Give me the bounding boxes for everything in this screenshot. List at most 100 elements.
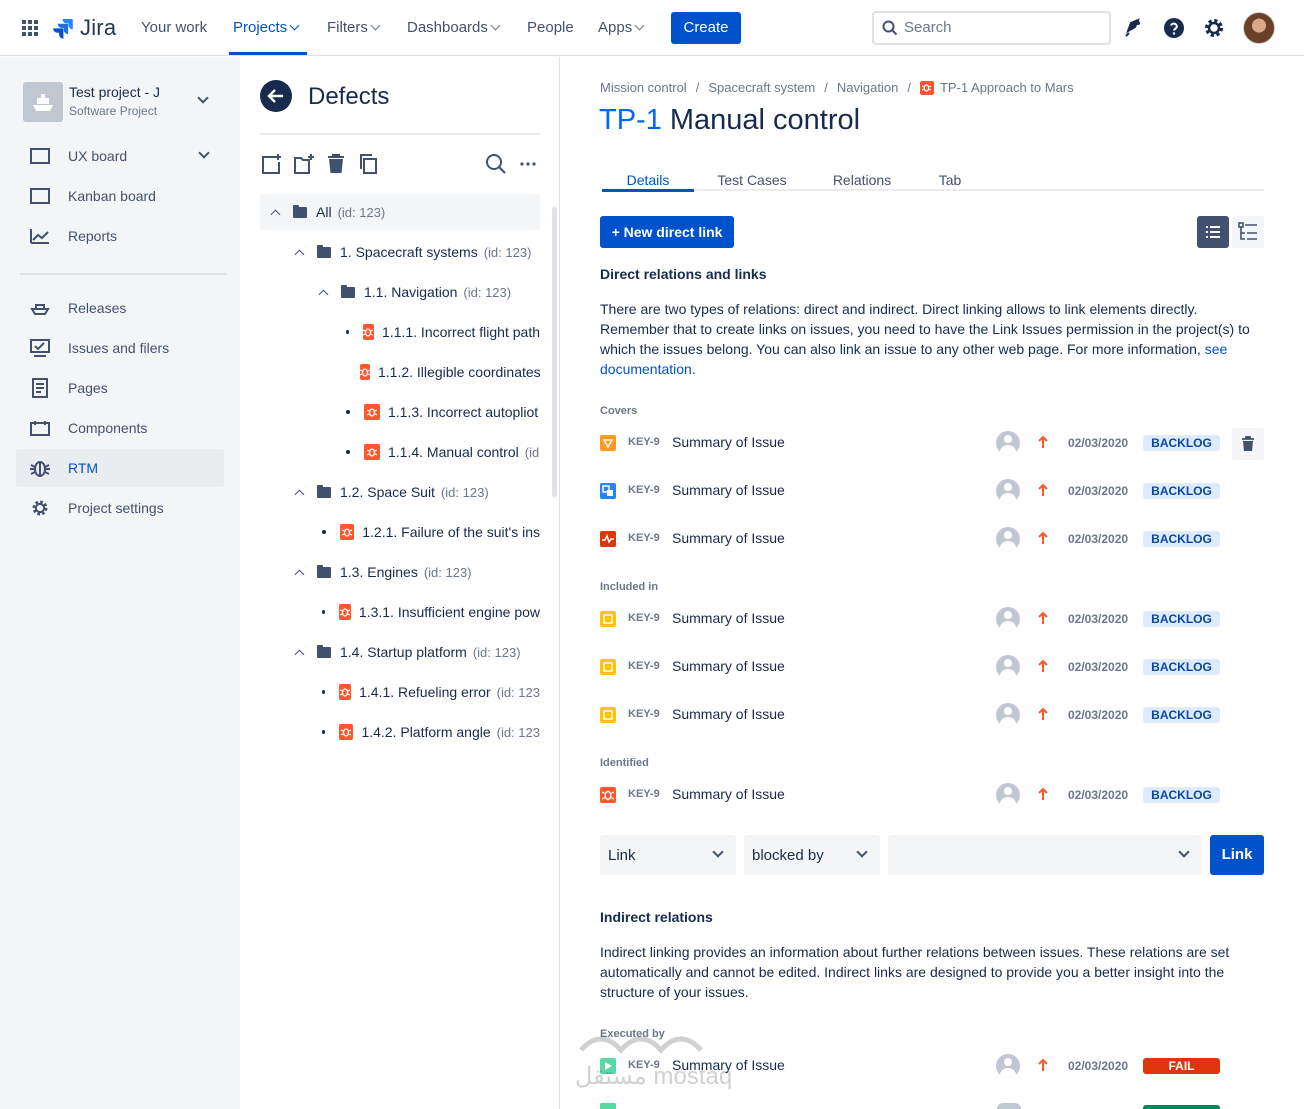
sidebar-item-components[interactable]: Components — [16, 409, 224, 447]
tree-scrollbar[interactable] — [552, 207, 557, 497]
issue-key[interactable]: KEY-9 — [628, 612, 660, 624]
nav-your-work[interactable]: Your work — [141, 18, 207, 38]
relation-row[interactable]: KEY-9 Summary of Issue 02/03/2020 BACKLO… — [600, 428, 1265, 460]
nav-apps[interactable]: Apps — [598, 18, 645, 38]
user-avatar[interactable] — [1243, 12, 1275, 44]
back-button[interactable] — [260, 80, 292, 112]
issue-key[interactable]: KEY-9 — [628, 788, 660, 800]
issue-date: 02/03/2020 — [1068, 660, 1129, 674]
tree-label: 1.2.1. Failure of the suit's ins — [362, 524, 540, 540]
collapse-icon[interactable] — [294, 569, 305, 579]
issue-summary[interactable]: Summary of Issue — [672, 434, 785, 450]
issue-summary[interactable]: Summary of Issue — [672, 482, 785, 498]
sidebar-item-pages[interactable]: Pages — [16, 369, 224, 407]
search-icon[interactable] — [485, 153, 507, 175]
tree-row[interactable]: 1.1.2. Illegible coordinates — [260, 354, 540, 390]
collapse-icon[interactable] — [294, 649, 305, 659]
delete-link-button[interactable] — [1232, 428, 1264, 460]
issue-summary[interactable]: Summary of Issue — [672, 610, 785, 626]
issue-summary[interactable]: Summary of Issue — [672, 706, 785, 722]
issue-date: 02/03/2020 — [1068, 484, 1129, 498]
relation-row[interactable]: KEY-9 Summary of Issue 02/03/2020 BACKLO… — [600, 653, 1265, 681]
collapse-icon[interactable] — [318, 289, 329, 299]
more-icon[interactable] — [517, 153, 539, 175]
sidebar-item-project-settings[interactable]: Project settings — [16, 489, 224, 527]
collapse-icon[interactable] — [294, 489, 305, 499]
notifications-icon[interactable] — [1122, 16, 1146, 40]
help-icon[interactable] — [1162, 16, 1186, 40]
issue-key[interactable]: KEY-9 — [628, 708, 660, 720]
chevron-down-icon[interactable] — [198, 147, 210, 159]
issue-key[interactable]: KEY-9 — [628, 660, 660, 672]
tab-relations[interactable]: Relations — [822, 172, 902, 188]
tree-row[interactable]: 1. Spacecraft systems (id: 123) — [260, 234, 540, 270]
nav-dashboards[interactable]: Dashboards — [407, 18, 501, 38]
sidebar-item-reports[interactable]: Reports — [16, 217, 224, 255]
breadcrumb-item[interactable]: Spacecraft system — [708, 80, 815, 95]
tree-row[interactable]: 1.1. Navigation (id: 123) — [260, 274, 540, 310]
tab-details[interactable]: Details — [602, 172, 694, 188]
sidebar-item-issues[interactable]: Issues and filers — [16, 329, 224, 367]
copy-icon[interactable] — [357, 153, 379, 175]
relation-row[interactable]: KEY-9 Summary of Issue 02/03/2020 BACKLO… — [600, 525, 1265, 553]
tree-view-button[interactable] — [1232, 216, 1264, 248]
collapse-icon[interactable] — [294, 249, 305, 259]
bug-icon — [28, 456, 52, 480]
relation-type-select[interactable]: blocked by — [744, 835, 880, 875]
tab-test-cases[interactable]: Test Cases — [712, 172, 792, 188]
issue-key[interactable]: KEY-9 — [628, 532, 660, 544]
chevron-down-icon[interactable] — [197, 92, 209, 104]
select-value: Link — [608, 847, 636, 864]
new-direct-link-button[interactable]: + New direct link — [600, 216, 734, 248]
relation-row[interactable]: KEY-9 Summary of Issue 02/03/2020 BACKLO… — [600, 477, 1265, 505]
relation-row[interactable]: KEY-9 Summary of Issue 02/03/2020 BACKLO… — [600, 781, 1265, 809]
tree-id: (id: 123) — [337, 204, 386, 220]
tree-row[interactable]: 1.3.1. Insufficient engine pow — [260, 594, 540, 630]
search-box[interactable] — [872, 11, 1111, 45]
nav-people[interactable]: People — [527, 18, 574, 38]
new-item-icon[interactable] — [261, 153, 283, 175]
issue-summary[interactable]: Summary of Issue — [672, 530, 785, 546]
issue-select[interactable] — [888, 835, 1202, 875]
issue-key[interactable]: TP-1 — [599, 104, 662, 136]
sidebar-item-kanban-board[interactable]: Kanban board — [16, 177, 224, 215]
list-view-button[interactable] — [1197, 216, 1229, 248]
create-button[interactable]: Create — [671, 12, 741, 44]
tree-row[interactable]: All (id: 123) — [260, 194, 540, 230]
tree-row[interactable]: 1.2.1. Failure of the suit's ins — [260, 514, 540, 550]
issue-key[interactable]: KEY-9 — [628, 436, 660, 448]
sidebar-item-ux-board[interactable]: UX board — [16, 137, 224, 175]
issue-key[interactable]: KEY-9 — [628, 484, 660, 496]
collapse-icon[interactable] — [270, 209, 281, 219]
relation-row[interactable]: KEY-9 Summary of Issue 02/03/2020 BACKLO… — [600, 605, 1265, 633]
bug-icon — [338, 604, 351, 620]
tree-row[interactable]: 1.1.3. Incorrect autopliot — [260, 394, 540, 430]
nav-projects[interactable]: Projects — [233, 18, 300, 38]
app-switcher-icon[interactable] — [22, 20, 38, 36]
breadcrumb-item[interactable]: TP-1 Approach to Mars — [940, 80, 1074, 95]
tree-row[interactable]: 1.4.1. Refueling error (id: 123 — [260, 674, 540, 710]
issue-summary[interactable]: Summary of Issue — [672, 658, 785, 674]
link-type-select[interactable]: Link — [600, 835, 736, 875]
sidebar-item-rtm[interactable]: RTM — [16, 449, 224, 487]
tree-row[interactable]: 1.4.2. Platform angle (id: 123 — [260, 714, 540, 750]
jira-logo[interactable]: Jira — [52, 15, 116, 41]
search-input[interactable] — [904, 19, 1094, 36]
link-button[interactable]: Link — [1210, 835, 1264, 875]
tree-row[interactable]: 1.2. Space Suit (id: 123) — [260, 474, 540, 510]
new-folder-icon[interactable] — [293, 153, 315, 175]
sidebar-item-releases[interactable]: Releases — [16, 289, 224, 327]
tree-row[interactable]: 1.1.1. Incorrect flight path — [260, 314, 540, 350]
breadcrumb-item[interactable]: Navigation — [837, 80, 898, 95]
nav-filters[interactable]: Filters — [327, 18, 381, 38]
relation-row[interactable]: KEY-9 Summary of Issue 02/03/2020 BACKLO… — [600, 701, 1265, 729]
tab-tab[interactable]: Tab — [930, 172, 970, 188]
trash-icon[interactable] — [325, 153, 347, 175]
settings-icon[interactable] — [1202, 16, 1226, 40]
tree-row[interactable]: 1.3. Engines (id: 123) — [260, 554, 540, 590]
breadcrumb-item[interactable]: Mission control — [600, 80, 687, 95]
tree-row[interactable]: 1.4. Startup platform (id: 123) — [260, 634, 540, 670]
project-switcher[interactable]: Test project - J Software Project — [23, 82, 218, 122]
tree-row[interactable]: 1.1.4. Manual control (id — [260, 434, 540, 470]
issue-summary[interactable]: Summary of Issue — [672, 786, 785, 802]
